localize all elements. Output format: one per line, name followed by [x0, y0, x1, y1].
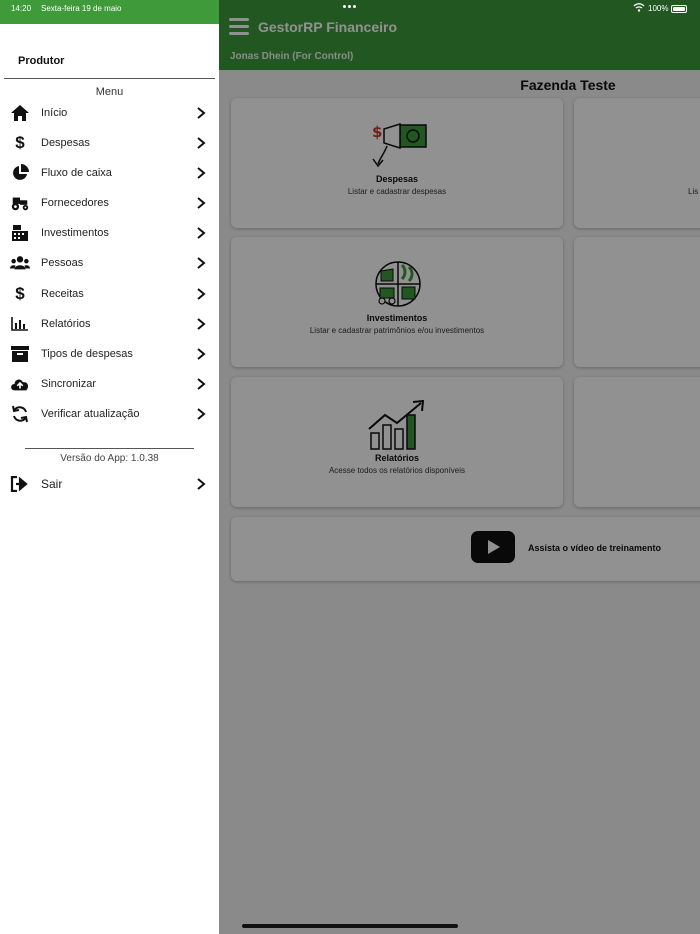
chevron-right-icon	[197, 137, 206, 149]
sidebar-item-investimentos[interactable]: Investimentos	[0, 218, 219, 248]
chevron-right-icon	[197, 257, 206, 270]
sidebar-item-label: Despesas	[41, 137, 90, 150]
chevron-right-icon	[197, 408, 206, 420]
battery-icon	[671, 4, 688, 13]
chevron-right-icon	[197, 167, 206, 179]
sidebar-item-label: Relatórios	[41, 317, 91, 330]
logout-label: Sair	[41, 477, 63, 491]
drawer-backdrop[interactable]	[219, 0, 700, 934]
sidebar-item-fluxo-de-caixa[interactable]: Fluxo de caixa	[0, 158, 219, 188]
wifi-icon	[633, 3, 645, 14]
chevron-right-icon	[197, 107, 206, 119]
sidebar-item-label: Tipos de despesas	[41, 347, 133, 360]
side-drawer: Produtor Menu Início $ Despesas Fluxo de…	[0, 0, 219, 934]
status-time: 14:20	[11, 4, 32, 13]
app-version: Versão do App: 1.0.38	[60, 453, 159, 464]
sidebar-item-label: Verificar atualização	[41, 407, 140, 420]
sidebar-item-sincronizar[interactable]: Sincronizar	[0, 369, 219, 399]
status-bar: 14:20 Sexta-feira 19 de maio 100%	[0, 0, 700, 24]
sidebar-item-inicio[interactable]: Início	[0, 98, 219, 128]
cash-register-icon	[10, 224, 30, 242]
sidebar-item-label: Fornecedores	[41, 197, 109, 210]
chevron-right-icon	[197, 478, 206, 490]
sign-out-icon	[10, 475, 30, 497]
sidebar-item-tipos-de-despesas[interactable]: Tipos de despesas	[0, 339, 219, 369]
chevron-right-icon	[197, 378, 206, 390]
cloud-upload-icon	[10, 375, 30, 393]
chevron-right-icon	[197, 227, 206, 240]
sidebar-item-receitas[interactable]: $ Receitas	[0, 279, 219, 309]
home-icon	[10, 104, 30, 122]
sidebar-item-label: Receitas	[41, 287, 84, 300]
battery-percent: 100%	[648, 4, 669, 13]
producer-label: Produtor	[18, 55, 65, 67]
tractor-icon	[10, 194, 30, 212]
chevron-right-icon	[197, 317, 206, 330]
refresh-icon	[10, 405, 30, 423]
chevron-right-icon	[197, 197, 206, 210]
sidebar-item-fornecedores[interactable]: Fornecedores	[0, 188, 219, 218]
sidebar-item-label: Fluxo de caixa	[41, 167, 112, 180]
dollar-icon: $	[15, 283, 25, 303]
dollar-icon: $	[15, 133, 25, 153]
sidebar-item-verificar-atualizacao[interactable]: Verificar atualização	[0, 399, 219, 429]
bar-chart-icon	[10, 315, 30, 333]
drawer-menu: Início $ Despesas Fluxo de caixa Fornece…	[0, 98, 219, 429]
multitasking-dots-icon[interactable]	[343, 5, 356, 8]
divider	[4, 78, 215, 79]
divider	[25, 448, 194, 449]
sidebar-item-pessoas[interactable]: Pessoas	[0, 248, 219, 278]
status-indicators: 100%	[633, 3, 688, 14]
archive-box-icon	[10, 345, 30, 363]
pie-chart-icon	[10, 164, 30, 182]
logout-button[interactable]: Sair	[0, 470, 219, 498]
sidebar-item-label: Investimentos	[41, 227, 109, 240]
users-icon	[10, 254, 30, 272]
sidebar-item-label: Sincronizar	[41, 377, 97, 390]
status-date: Sexta-feira 19 de maio	[41, 4, 122, 13]
sidebar-item-despesas[interactable]: $ Despesas	[0, 128, 219, 158]
sidebar-item-label: Início	[41, 107, 68, 119]
sidebar-item-relatorios[interactable]: Relatórios	[0, 309, 219, 339]
chevron-right-icon	[197, 287, 206, 300]
chevron-right-icon	[197, 347, 206, 360]
home-indicator[interactable]	[242, 924, 458, 928]
menu-heading: Menu	[95, 86, 124, 98]
sidebar-item-label: Pessoas	[41, 257, 84, 270]
